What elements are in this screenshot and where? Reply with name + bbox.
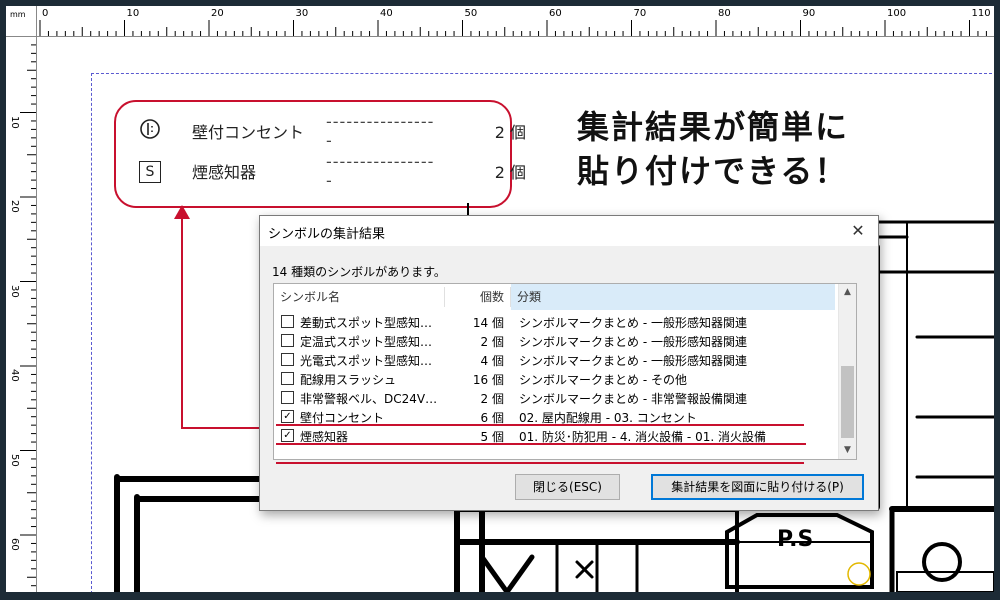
legend-name: 壁付コンセント <box>192 123 305 142</box>
legend-count: 2 個 <box>494 163 526 182</box>
legend-row: S 煙感知器 ----------------- 2 個 <box>136 152 526 190</box>
outlet-icon <box>136 118 164 145</box>
symbol-category: シンボルマークまとめ - 一般形感知器関連 <box>519 354 747 368</box>
ruler-label: 0 <box>42 8 49 19</box>
symbol-category: シンボルマークまとめ - 非常警報設備関連 <box>519 392 747 406</box>
list-item[interactable]: 光電式スポット型感知… 4 個 シンボルマークまとめ - 一般形感知器関連 <box>274 350 839 369</box>
callout-connector <box>467 203 469 215</box>
ruler-label: 50 <box>9 453 20 467</box>
checkbox[interactable] <box>281 372 294 385</box>
headline-line2: 貼り付けできる！ <box>577 152 849 190</box>
ruler-label: 50 <box>464 8 478 19</box>
ruler-label: 90 <box>802 8 816 19</box>
symbol-name: 定温式スポット型感知… <box>300 335 433 349</box>
top-ruler-ticks <box>39 20 987 36</box>
legend-count: 2 個 <box>494 123 526 142</box>
list-item[interactable]: 配線用スラッシュ 16 個 シンボルマークまとめ - その他 <box>274 369 839 388</box>
scroll-up-icon[interactable]: ▲ <box>839 284 856 301</box>
checkbox[interactable] <box>281 391 294 404</box>
arrow-vertical <box>181 217 183 429</box>
ruler-label: 30 <box>295 8 309 19</box>
ruler-label: 10 <box>9 115 20 129</box>
column-header-category[interactable]: 分類 <box>511 284 835 310</box>
ruler-label: 20 <box>9 200 20 213</box>
checkbox[interactable] <box>281 353 294 366</box>
scroll-thumb[interactable] <box>841 366 854 438</box>
left-ruler: 10 20 30 40 50 60 <box>6 36 37 592</box>
symbol-list[interactable]: シンボル名 個数 分類 差動式スポット型感知… 14 個シンボルマークまとめ - … <box>273 283 857 460</box>
symbol-count: 14 個 <box>472 316 504 330</box>
symbol-count-info: 14 種類のシンボルがあります。 <box>272 265 446 279</box>
ruler-label: 10 <box>126 8 140 19</box>
headline: 集計結果が簡単に 貼り付けできる！ <box>577 105 849 193</box>
highlight-line-mid <box>276 443 806 445</box>
legend-name: 煙感知器 <box>192 163 257 182</box>
symbol-category: シンボルマークまとめ - 一般形感知器関連 <box>519 316 747 330</box>
paste-results-button[interactable]: 集計結果を図面に貼り付ける(P) <box>651 474 864 500</box>
symbol-name: 非常警報ベル、DC24V… <box>300 392 438 406</box>
dialog-title: シンボルの集計結果 <box>268 227 386 242</box>
checkbox[interactable] <box>281 315 294 328</box>
headline-line1: 集計結果が簡単に <box>577 108 850 146</box>
ruler-label: 60 <box>549 8 562 19</box>
ps-label: P.S <box>777 527 814 552</box>
ruler-label: 80 <box>718 8 731 19</box>
symbol-count: 2 個 <box>480 392 504 406</box>
ruler-label: 40 <box>380 8 393 19</box>
symbol-category: シンボルマークまとめ - その他 <box>519 373 687 387</box>
ruler-label: 110 <box>971 8 991 19</box>
list-item[interactable]: 定温式スポット型感知… 2 個 シンボルマークまとめ - 一般形感知器関連 <box>274 331 839 350</box>
close-button[interactable]: 閉じる(ESC) <box>515 474 620 500</box>
symbol-count: 4 個 <box>480 354 504 368</box>
ruler-label: 40 <box>9 369 20 382</box>
symbol-legend-callout: 壁付コンセント ----------------- 2 個 S 煙感知器 ---… <box>114 100 526 208</box>
symbol-count: 2 個 <box>480 335 504 349</box>
close-icon[interactable]: ✕ <box>846 219 870 243</box>
legend-leader: ----------------- <box>326 112 435 150</box>
ruler-label: 100 <box>887 8 907 19</box>
ruler-label: 60 <box>9 538 20 551</box>
drawing-canvas[interactable]: P.S 壁付コンセント ----------------- 2 個 S 煙感知器… <box>37 37 994 592</box>
symbol-count: 16 個 <box>472 373 504 387</box>
ruler-label: 30 <box>9 284 20 298</box>
symbol-category: シンボルマークまとめ - 一般形感知器関連 <box>519 335 747 349</box>
list-item[interactable]: 差動式スポット型感知… 14 個 シンボルマークまとめ - 一般形感知器関連 <box>274 312 839 331</box>
list-header: シンボル名 個数 分類 <box>274 284 839 310</box>
highlight-line-bottom <box>276 462 804 464</box>
scroll-down-icon[interactable]: ▼ <box>839 442 856 459</box>
checkbox[interactable] <box>281 334 294 347</box>
symbol-summary-dialog: シンボルの集計結果 ✕ 14 種類のシンボルがあります。 シンボル名 個数 分類… <box>259 215 879 511</box>
list-item[interactable]: 非常警報ベル、DC24V… 2 個 シンボルマークまとめ - 非常警報設備関連 <box>274 388 839 407</box>
cad-window: 0 10 20 30 40 50 60 70 80 90 100 110 10 20 30 40 50 60 m… <box>6 6 994 592</box>
column-header-count[interactable]: 個数 <box>450 284 504 310</box>
top-ruler: 0 10 20 30 40 50 60 70 80 90 100 110 <box>6 6 994 37</box>
symbol-name: 光電式スポット型感知… <box>300 354 433 368</box>
arrow-head-icon <box>174 205 190 219</box>
column-header-name[interactable]: シンボル名 <box>280 284 440 310</box>
dialog-titlebar[interactable]: シンボルの集計結果 ✕ <box>260 216 878 246</box>
ruler-unit: mm <box>6 6 37 37</box>
symbol-name: 差動式スポット型感知… <box>300 316 433 330</box>
list-scrollbar[interactable]: ▲ ▼ <box>838 284 856 459</box>
checkbox-checked[interactable]: ✓ <box>281 429 294 442</box>
legend-row: 壁付コンセント ----------------- 2 個 <box>136 112 526 150</box>
ruler-label: 70 <box>633 8 647 19</box>
smoke-detector-icon: S <box>136 160 164 183</box>
legend-leader: ----------------- <box>326 152 435 190</box>
symbol-name: 配線用スラッシュ <box>300 373 397 387</box>
ruler-label: 20 <box>211 8 224 19</box>
highlight-line-top <box>276 424 804 426</box>
checkbox-checked[interactable]: ✓ <box>281 410 294 423</box>
